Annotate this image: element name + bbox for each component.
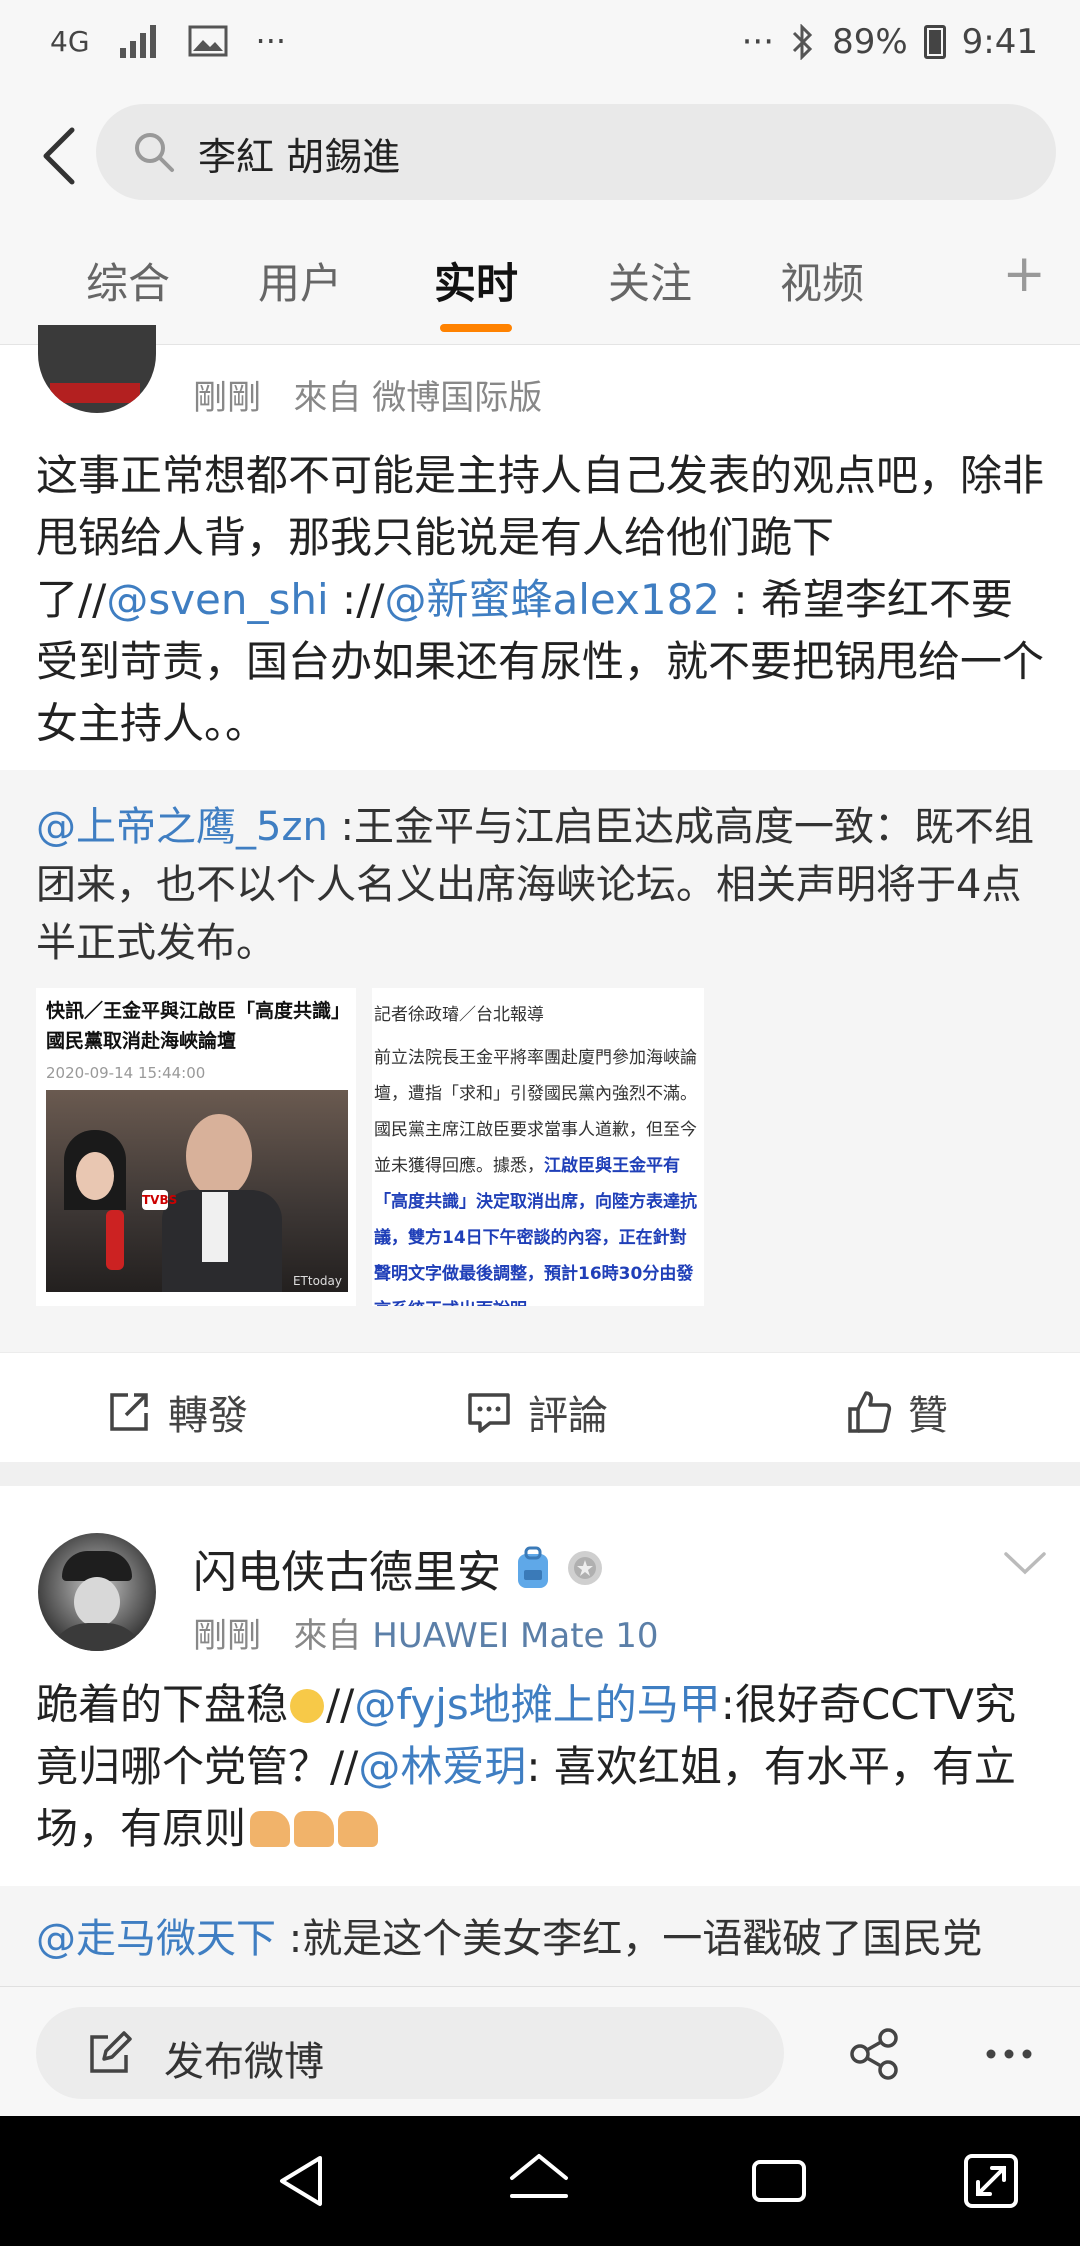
- avatar[interactable]: [38, 325, 156, 413]
- post-text: 这事正常想都不可能是主持人自己发表的观点吧，除非甩锅给人背，那我只能说是有人给他…: [36, 451, 1045, 748]
- news-headline: 快訊／王金平與江啟臣「高度共識」 國民黨取消赴海峽論壇: [46, 1000, 356, 1052]
- mention-link[interactable]: @fyjs地摊上的马甲: [354, 1680, 720, 1729]
- watermark: ETtoday: [292, 1274, 342, 1288]
- retweet-text: @走马微天下 :就是这个美女李红，一语戳破了国民党: [36, 1916, 983, 1962]
- post-card[interactable]: 闪电侠古德里安 剛剛 來自 HUAWEI Mate 10 跪着的下盘稳//@fy…: [0, 1486, 1080, 1886]
- retweet-text: @上帝之鹰_5zn :王金平与江启臣达成高度一致：既不组团来，也不以个人名义出席…: [36, 804, 1034, 966]
- card-divider: [0, 1462, 1080, 1486]
- nav-home-icon[interactable]: [506, 2148, 572, 2214]
- post-from: 來自: [293, 378, 362, 418]
- signal-icon: [119, 25, 156, 58]
- comment-button[interactable]: 評論: [466, 1383, 608, 1441]
- thumbs-up-emoji-icon: [338, 1811, 379, 1847]
- post-card[interactable]: 剛剛 來自 微博国际版 这事正常想都不可能是主持人自己发表的观点吧，除非甩锅给人…: [0, 325, 1080, 770]
- mention-link[interactable]: @走马微天下: [36, 1916, 276, 1962]
- news-date: 2020-09-14 15:44:00: [46, 1064, 206, 1082]
- search-query: 李紅 胡錫進: [198, 135, 401, 179]
- bluetooth-icon: [793, 24, 813, 60]
- medal-badge-icon: [568, 1551, 602, 1585]
- status-more-right: ···: [741, 22, 775, 62]
- article-image-thumbnail[interactable]: 記者徐政璿／台北報導 前立法院長王金平將率團赴廈門參加海峽論壇，遭指「求和」引發…: [372, 988, 704, 1306]
- article-text: 前立法院長王金平將率團赴廈門參加海峽論壇，遭指「求和」引發國民黨內強烈不滿。國民…: [374, 1048, 697, 1306]
- compose-bar: 发布微博: [0, 1986, 1080, 2117]
- username-row: 闪电侠古德里安: [193, 1536, 605, 1600]
- thumbs-up-emoji-icon: [294, 1811, 335, 1847]
- share-icon[interactable]: [848, 2027, 902, 2081]
- compose-label: 发布微博: [164, 2039, 324, 2085]
- edit-icon: [90, 2031, 132, 2073]
- nav-recents-icon[interactable]: [746, 2148, 812, 2214]
- search-icon: [135, 133, 174, 172]
- nav-back-icon[interactable]: [270, 2148, 336, 2214]
- gallery-icon: [188, 25, 228, 57]
- news-image-thumbnail[interactable]: 快訊／王金平與江啟臣「高度共識」 國民黨取消赴海峽論壇 2020-09-14 1…: [36, 988, 356, 1306]
- tab-realtime[interactable]: 实时: [434, 250, 518, 311]
- mention-link[interactable]: @林爱玥: [358, 1742, 526, 1791]
- post-from: 來自: [293, 1616, 362, 1656]
- battery-percent: 89%: [832, 22, 908, 62]
- tab-bar: 综合 用户 实时 关注 视频 +: [0, 220, 1080, 345]
- repost-icon: [110, 1393, 148, 1431]
- tab-video[interactable]: 视频: [780, 250, 864, 311]
- search-input[interactable]: 李紅 胡錫進: [96, 104, 1056, 200]
- post-source[interactable]: 微博国际版: [372, 378, 542, 418]
- comment-icon: [468, 1393, 510, 1433]
- add-tab-button[interactable]: +: [1002, 244, 1046, 304]
- battery-icon: [923, 25, 946, 59]
- post-action-bar: 轉發 評論 贊: [0, 1352, 1080, 1463]
- post-text: 跪着的下盘稳//@fyjs地摊上的马甲:很好奇CCTV究竟归哪个党管？//@林爱…: [36, 1680, 1016, 1853]
- thumbs-up-emoji-icon: [250, 1811, 291, 1847]
- mention-link[interactable]: @上帝之鹰_5zn: [36, 804, 328, 850]
- chevron-down-icon[interactable]: [1002, 1548, 1048, 1578]
- nav-expand-icon[interactable]: [958, 2148, 1024, 2214]
- active-tab-indicator: [440, 324, 512, 332]
- network-type: 4G: [50, 24, 90, 58]
- mention-link[interactable]: @sven_shi: [106, 575, 328, 624]
- thumbs-up-icon: [848, 1391, 892, 1433]
- like-button[interactable]: 贊: [846, 1383, 948, 1441]
- backpack-badge-icon: [518, 1546, 548, 1588]
- clock: 9:41: [961, 22, 1038, 62]
- post-time: 剛剛: [193, 1616, 261, 1656]
- post-time: 剛剛: [193, 378, 261, 418]
- compose-button[interactable]: 发布微博: [36, 2007, 784, 2099]
- retweet-block[interactable]: @上帝之鹰_5zn :王金平与江启臣达成高度一致：既不组团来，也不以个人名义出席…: [0, 770, 1080, 1352]
- avatar[interactable]: [38, 1533, 156, 1651]
- tab-users[interactable]: 用户: [258, 250, 342, 311]
- back-arrow-icon[interactable]: [28, 116, 98, 196]
- post-meta: 剛剛 來自 HUAWEI Mate 10: [193, 1608, 659, 1657]
- post-meta: 剛剛 來自 微博国际版: [193, 370, 542, 419]
- repost-button[interactable]: 轉發: [106, 1383, 248, 1441]
- microphone-label: TVBS: [142, 1190, 177, 1210]
- system-nav-bar: [0, 2116, 1080, 2246]
- tab-following[interactable]: 关注: [608, 250, 692, 311]
- search-header: 李紅 胡錫進: [0, 92, 1080, 221]
- status-bar: 4G ··· ··· 89% 9:41: [0, 0, 1080, 92]
- face-emoji-icon: [290, 1689, 325, 1723]
- status-more-left: ···: [255, 22, 287, 60]
- retweet-block[interactable]: @走马微天下 :就是这个美女李红，一语戳破了国民党: [0, 1886, 1080, 1986]
- tab-comprehensive[interactable]: 综合: [86, 250, 170, 311]
- article-byline: 記者徐政璿／台北報導: [374, 1005, 544, 1025]
- avatar-graphic: [50, 383, 140, 403]
- post-source[interactable]: HUAWEI Mate 10: [372, 1616, 658, 1656]
- more-icon[interactable]: [984, 2047, 1034, 2061]
- news-photo: TVBS ETtoday: [46, 1090, 348, 1292]
- mention-link[interactable]: @新蜜蜂alex182: [385, 575, 721, 624]
- username[interactable]: 闪电侠古德里安: [193, 1536, 501, 1600]
